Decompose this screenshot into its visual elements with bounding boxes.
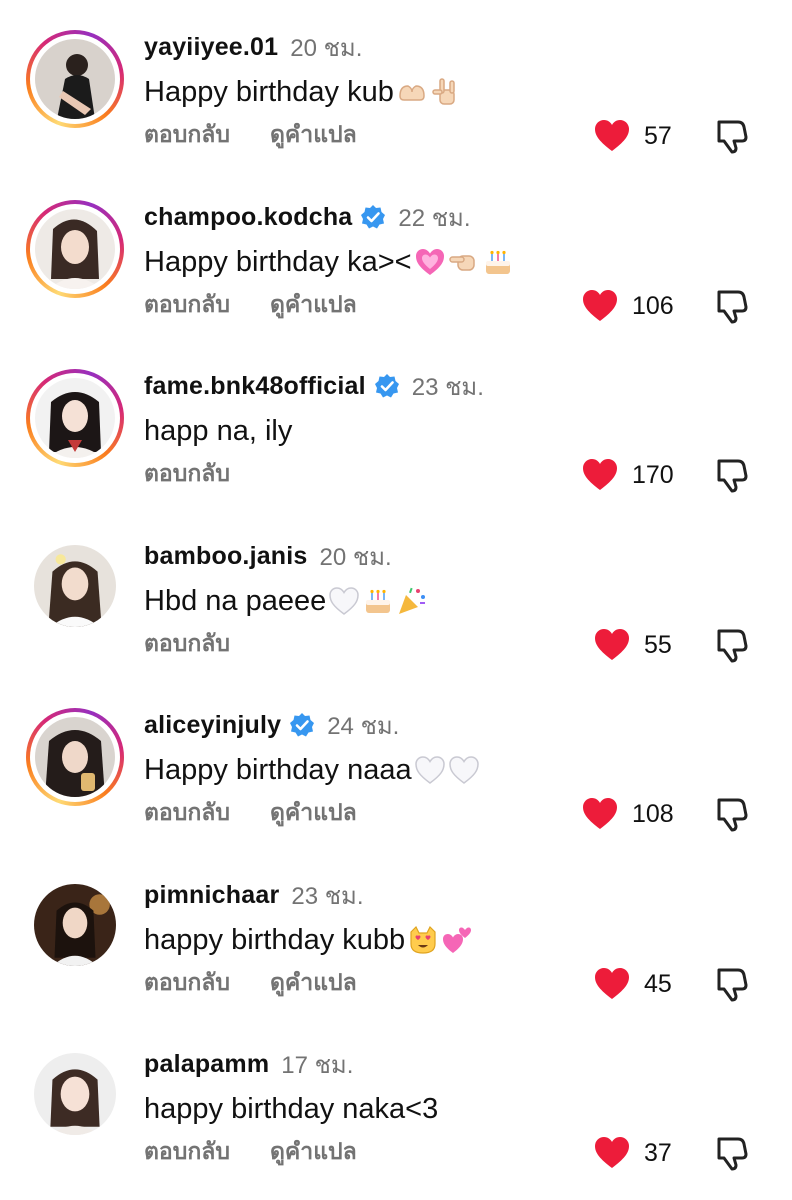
- comment-text: Happy birthday ka><: [144, 242, 514, 282]
- heart-icon[interactable]: [594, 628, 630, 662]
- like-count: 57: [644, 121, 672, 150]
- reply-button[interactable]: ตอบกลับ: [144, 117, 230, 153]
- username[interactable]: aliceyinjuly: [144, 711, 281, 740]
- timestamp: 23 ชม.: [291, 882, 364, 910]
- reply-button[interactable]: ตอบกลับ: [144, 1134, 230, 1170]
- verified-badge-icon: [289, 712, 315, 738]
- like-group: 108: [582, 794, 680, 834]
- see-translation-button[interactable]: ดูคำแปล: [270, 287, 357, 323]
- birthday-cake-emoji: [362, 585, 394, 617]
- timestamp: 20 ชม.: [319, 543, 392, 571]
- avatar[interactable]: [34, 884, 116, 966]
- timestamp: 17 ชม.: [281, 1051, 354, 1079]
- like-count: 55: [644, 630, 672, 659]
- heart-icon[interactable]: [582, 289, 618, 323]
- avatar[interactable]: [26, 30, 124, 128]
- see-translation-button[interactable]: ดูคำแปล: [270, 117, 357, 153]
- comment-text: happy birthday naka<3: [144, 1089, 438, 1129]
- reply-button[interactable]: ตอบกลับ: [144, 456, 230, 492]
- comment-body: happy birthday naka<3: [144, 1092, 439, 1125]
- like-group: 106: [582, 286, 680, 326]
- heart-icon[interactable]: [594, 967, 630, 1001]
- see-translation-button[interactable]: ดูคำแปล: [270, 795, 357, 831]
- like-group: 45: [594, 964, 692, 1004]
- username[interactable]: yayiiyee.01: [144, 33, 278, 62]
- like-group: 57: [594, 116, 692, 156]
- reply-button[interactable]: ตอบกลับ: [144, 287, 230, 323]
- dislike-icon[interactable]: [712, 965, 750, 1003]
- username[interactable]: pimnichaar: [144, 881, 279, 910]
- username[interactable]: fame.bnk48official: [144, 372, 366, 401]
- dislike-icon[interactable]: [712, 795, 750, 833]
- comment-body: happy birthday kubb: [144, 923, 406, 956]
- avatar[interactable]: [34, 1053, 116, 1135]
- verified-badge-icon: [374, 373, 400, 399]
- comment-body: Happy birthday kub: [144, 75, 394, 108]
- dislike-icon[interactable]: [712, 117, 750, 155]
- comment-item: champoo.kodcha 22 ชม. Happy birthday ka>…: [0, 170, 792, 340]
- comment-item: fame.bnk48official 23 ชม. happ na, ily ต…: [0, 339, 792, 509]
- comment-body: Happy birthday ka><: [144, 245, 412, 278]
- heart-icon[interactable]: [594, 1136, 630, 1170]
- reply-button[interactable]: ตอบกลับ: [144, 965, 230, 1001]
- like-count: 170: [632, 460, 674, 489]
- comment-text: Happy birthday naaa: [144, 750, 480, 790]
- comment-body: Hbd na paeee: [144, 584, 327, 617]
- dislike-icon[interactable]: [712, 456, 750, 494]
- timestamp: 22 ชม.: [398, 204, 471, 232]
- heart-icon[interactable]: [582, 458, 618, 492]
- avatar[interactable]: [26, 708, 124, 806]
- timestamp: 20 ชม.: [290, 34, 363, 62]
- username[interactable]: palapamm: [144, 1050, 269, 1079]
- like-group: 170: [582, 455, 680, 495]
- avatar[interactable]: [26, 369, 124, 467]
- like-group: 37: [594, 1133, 692, 1173]
- reply-button[interactable]: ตอบกลับ: [144, 626, 230, 662]
- dislike-icon[interactable]: [712, 287, 750, 325]
- like-count: 45: [644, 969, 672, 998]
- heart-eyes-cat-emoji: [407, 924, 439, 956]
- like-count: 37: [644, 1138, 672, 1167]
- two-hearts-emoji: [441, 924, 473, 956]
- birthday-cake-emoji: [482, 246, 514, 278]
- see-translation-button[interactable]: ดูคำแปล: [270, 965, 357, 1001]
- comment-text: Happy birthday kub: [144, 72, 462, 112]
- like-count: 106: [632, 291, 674, 320]
- heart-hands-emoji: [396, 76, 428, 108]
- pointing-hand-emoji: [448, 246, 480, 278]
- comment-item: palapamm 17 ชม. happy birthday naka<3 ตอ…: [0, 1017, 792, 1187]
- comment-text: Hbd na paeee: [144, 581, 428, 621]
- white-heart-emoji: [414, 754, 446, 786]
- comment-body: happ na, ily: [144, 414, 293, 447]
- comment-item: yayiiyee.01 20 ชม. Happy birthday kub ตอ…: [0, 0, 792, 170]
- heart-icon[interactable]: [594, 119, 630, 153]
- username[interactable]: champoo.kodcha: [144, 203, 352, 232]
- timestamp: 23 ชม.: [411, 373, 484, 401]
- heart-icon[interactable]: [582, 797, 618, 831]
- comment-text: happy birthday kubb: [144, 920, 473, 960]
- avatar[interactable]: [26, 200, 124, 298]
- dislike-icon[interactable]: [712, 626, 750, 664]
- see-translation-button[interactable]: ดูคำแปล: [270, 1134, 357, 1170]
- comment-body: Happy birthday naaa: [144, 753, 412, 786]
- comment-item: aliceyinjuly 24 ชม. Happy birthday naaa …: [0, 678, 792, 848]
- comment-item: bamboo.janis 20 ชม. Hbd na paeee ตอบกลับ…: [0, 509, 792, 679]
- timestamp: 24 ชม.: [327, 712, 400, 740]
- growing-heart-emoji: [414, 246, 446, 278]
- reply-button[interactable]: ตอบกลับ: [144, 795, 230, 831]
- comment-text: happ na, ily: [144, 411, 292, 451]
- white-heart-emoji: [328, 585, 360, 617]
- username[interactable]: bamboo.janis: [144, 542, 308, 571]
- verified-badge-icon: [360, 204, 386, 230]
- white-heart-emoji: [448, 754, 480, 786]
- comment-item: pimnichaar 23 ชม. happy birthday kubb ตอ…: [0, 848, 792, 1018]
- avatar[interactable]: [34, 545, 116, 627]
- party-popper-emoji: [396, 585, 428, 617]
- like-count: 108: [632, 799, 674, 828]
- love-you-gesture-emoji: [430, 76, 462, 108]
- dislike-icon[interactable]: [712, 1134, 750, 1172]
- comment-list: yayiiyee.01 20 ชม. Happy birthday kub ตอ…: [0, 0, 792, 1200]
- like-group: 55: [594, 625, 692, 665]
